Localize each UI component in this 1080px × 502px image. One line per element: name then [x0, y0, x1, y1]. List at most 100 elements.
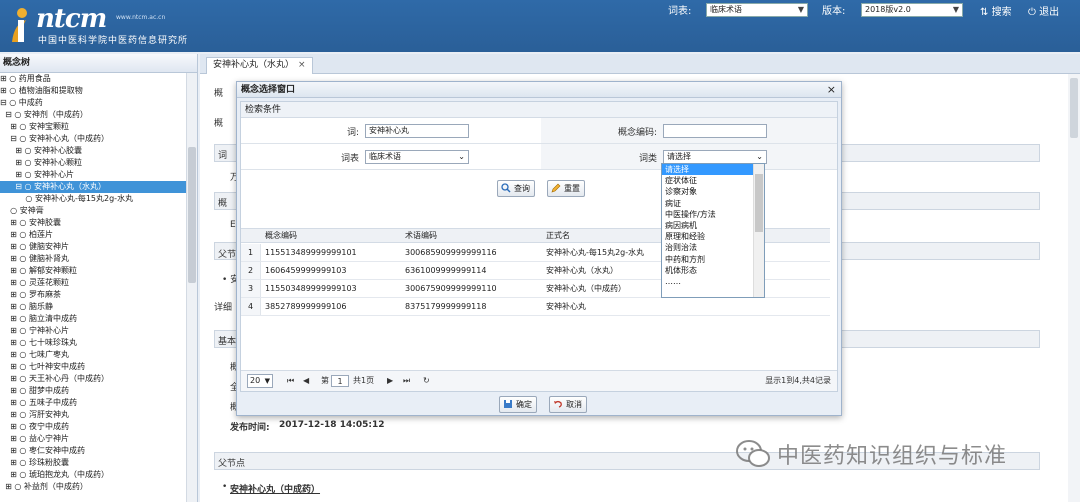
dropdown-option[interactable]: 原理和经验: [662, 231, 754, 242]
close-icon[interactable]: ×: [298, 60, 306, 70]
tab-concept[interactable]: 安神补心丸（水丸） ×: [206, 57, 313, 74]
semantic-type-select[interactable]: 请选择 ⌄: [663, 150, 767, 164]
dropdown-option[interactable]: 症状体征: [662, 175, 754, 186]
search-icon: ⇅: [980, 7, 989, 18]
vocab-label: 词表: [340, 154, 359, 164]
tree-item[interactable]: ⊞ ○ 安神补心颗粒: [0, 157, 186, 169]
dropdown-option[interactable]: 病证: [662, 198, 754, 209]
version-select[interactable]: 2018版v2.0 ▼: [861, 3, 963, 17]
tree-item[interactable]: ⊞ ○ 泻肝安神丸: [0, 409, 186, 421]
tree-item[interactable]: ⊞ ○ 安神宝颗粒: [0, 121, 186, 133]
main-scroll-thumb[interactable]: [1070, 78, 1078, 138]
ok-button[interactable]: 确定: [499, 396, 537, 413]
cancel-button[interactable]: 取消: [549, 396, 587, 413]
tree-item[interactable]: ⊞ ○ 柏莲片: [0, 229, 186, 241]
tree-item[interactable]: ⊞ ○ 珍珠粉胶囊: [0, 457, 186, 469]
tree-item[interactable]: ⊞ ○ 健脑补肾丸: [0, 253, 186, 265]
term-input[interactable]: 安神补心丸: [365, 124, 469, 138]
tree-item[interactable]: ⊞ ○ 补益剂（中成药）: [0, 481, 186, 493]
tree-item[interactable]: ⊟ ○ 安神剂（中成药）: [0, 109, 186, 121]
logo-url: www.ntcm.ac.cn: [116, 14, 166, 21]
first-page-icon[interactable]: ⏮: [287, 375, 294, 387]
formal-name-cell: 安神补心丸-每15丸2g-水丸: [546, 248, 645, 257]
reset-button[interactable]: 重置: [547, 180, 585, 197]
tree-item[interactable]: ⊞ ○ 七十味珍珠丸: [0, 337, 186, 349]
last-page-icon[interactable]: ⏭: [403, 375, 410, 387]
term-code-cell: 300685909999999116: [405, 248, 497, 257]
table-row[interactable]: 4 3852789999999106 8375179999999118 安神补心丸: [241, 298, 830, 316]
dropdown-option[interactable]: ……: [662, 276, 754, 287]
tree-item[interactable]: ⊞ ○ 安神补心胶囊: [0, 145, 186, 157]
sidebar-scrollbar[interactable]: [186, 73, 197, 502]
logo-icon: [12, 8, 27, 42]
page-number-input[interactable]: 1: [331, 375, 349, 387]
tree-item[interactable]: ○ 安神补心丸-每15丸2g-水丸: [0, 193, 186, 205]
dropdown-option[interactable]: 诊察对象: [662, 186, 754, 197]
tree-item[interactable]: ⊞ ○ 脑立清中成药: [0, 313, 186, 325]
tree-item[interactable]: ⊞ ○ 药用食品: [0, 73, 186, 85]
tab-label: 安神补心丸（水丸）: [213, 60, 295, 70]
tree-item[interactable]: ⊞ ○ 五味子中成药: [0, 397, 186, 409]
parent-node-title: 父节点: [218, 459, 246, 469]
close-icon[interactable]: ×: [827, 82, 836, 98]
page-size-select[interactable]: 20 ▼: [247, 374, 273, 388]
tree-item[interactable]: ⊞ ○ 解郁安神颗粒: [0, 265, 186, 277]
dropdown-option[interactable]: 请选择: [662, 164, 754, 176]
dropdown-scroll-thumb[interactable]: [755, 174, 763, 232]
tree-item[interactable]: ⊟ ○ 安神补心丸（水丸）: [0, 181, 186, 193]
next-page-icon[interactable]: ▶: [387, 375, 393, 387]
tree-item[interactable]: ⊞ ○ 脑乐静: [0, 301, 186, 313]
sidebar-scroll-thumb[interactable]: [188, 147, 196, 283]
page-size-value: 20: [250, 376, 261, 385]
bg-label: 基本: [218, 337, 237, 347]
tree-item[interactable]: ⊞ ○ 灵莲花颗粒: [0, 277, 186, 289]
query-button[interactable]: 查询: [497, 180, 535, 197]
row-number: 4: [241, 298, 261, 315]
prev-page-icon[interactable]: ◀: [303, 375, 309, 387]
dropdown-option[interactable]: 中医操作/方法: [662, 209, 754, 220]
tree-item[interactable]: ⊟ ○ 中成药: [0, 97, 186, 109]
search-link[interactable]: ⇅ 搜索: [980, 3, 1012, 18]
tree-item[interactable]: ⊞ ○ 罗布麻茶: [0, 289, 186, 301]
pencil-icon: [551, 183, 561, 193]
tree-item[interactable]: ⊞ ○ 健脑安神片: [0, 241, 186, 253]
dropdown-option[interactable]: 中药和方剂: [662, 254, 754, 265]
dropdown-option[interactable]: 治则治法: [662, 242, 754, 253]
bg-label: E: [230, 220, 236, 230]
main-scrollbar[interactable]: [1068, 74, 1080, 502]
tree-item[interactable]: ⊞ ○ 琥珀抱龙丸（中成药）: [0, 469, 186, 481]
tree-item[interactable]: ⊞ ○ 益心宁神片: [0, 433, 186, 445]
logout-link[interactable]: ⏻ 退出: [1028, 3, 1059, 18]
tree-item[interactable]: ⊞ ○ 植物油脂和提取物: [0, 85, 186, 97]
reset-button-label: 重置: [564, 184, 580, 193]
vocab-select-value: 临床术语: [369, 152, 401, 161]
refresh-icon[interactable]: ↻: [423, 375, 430, 387]
vocab-select[interactable]: 临床术语 ⌄: [365, 150, 469, 164]
tree-item[interactable]: ⊞ ○ 宁神补心片: [0, 325, 186, 337]
column-header: 概念编码: [265, 231, 297, 240]
vocab-select[interactable]: 临床术语 ▼: [706, 3, 808, 17]
dropdown-scrollbar[interactable]: [753, 164, 764, 297]
wechat-icon: [736, 440, 770, 467]
query-button-label: 查询: [514, 184, 530, 193]
tree-item[interactable]: ⊞ ○ 枣仁安神中成药: [0, 445, 186, 457]
concept-code-input[interactable]: [663, 124, 767, 138]
ok-button-label: 确定: [516, 400, 532, 409]
tree-item[interactable]: ⊞ ○ 夜宁中成药: [0, 421, 186, 433]
dialog-footer: 确定 取消: [237, 394, 841, 416]
tree-item[interactable]: ⊟ ○ 安神补心丸（中成药）: [0, 133, 186, 145]
tree-item[interactable]: ○ 安神膏: [0, 205, 186, 217]
tree-item[interactable]: ⊞ ○ 甜梦中成药: [0, 385, 186, 397]
parent-node-link[interactable]: 安神补心丸（中成药）: [230, 482, 320, 495]
concept-code-cell: 115503489999999103: [265, 284, 357, 293]
dropdown-option[interactable]: 病因病机: [662, 220, 754, 231]
dropdown-option[interactable]: 机体形态: [662, 265, 754, 276]
tree-item[interactable]: ⊞ ○ 七叶神安中成药: [0, 361, 186, 373]
bg-label: 词: [218, 151, 228, 161]
tree-item[interactable]: ⊞ ○ 七味广枣丸: [0, 349, 186, 361]
tree-item[interactable]: ⊞ ○ 安神胶囊: [0, 217, 186, 229]
semantic-type-dropdown: 请选择 症状体征 诊察对象 病证 中医操作/方法 病因病机 原理和经验 治则治法 中药和方剂 机体…: [661, 163, 765, 298]
tab-strip: 安神补心丸（水丸） ×: [200, 54, 1080, 74]
tree-item[interactable]: ⊞ ○ 天王补心丹（中成药）: [0, 373, 186, 385]
tree-item[interactable]: ⊞ ○ 安神补心片: [0, 169, 186, 181]
